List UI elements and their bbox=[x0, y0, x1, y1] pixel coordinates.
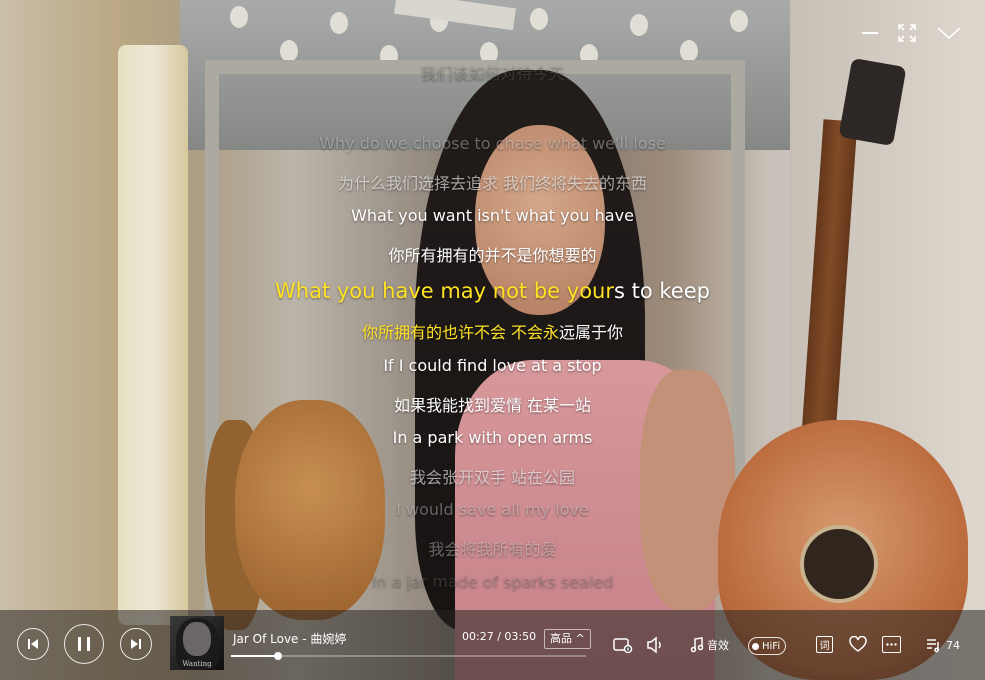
next-track-button[interactable] bbox=[120, 628, 152, 660]
progress-bar[interactable] bbox=[231, 652, 586, 660]
song-title[interactable]: Jar Of Love - 曲婉婷 bbox=[233, 630, 346, 647]
lyric-line: 如果我能找到爱情 在某一站 bbox=[393, 396, 592, 415]
lyric-line: 你所有拥有的并不是你想要的 bbox=[388, 246, 597, 265]
hifi-label: HiFi bbox=[762, 640, 781, 652]
progress-fill bbox=[231, 655, 279, 657]
skip-next-icon bbox=[131, 639, 141, 649]
quality-selector[interactable]: 高品 ^ bbox=[544, 629, 591, 649]
sound-effect-button[interactable]: 音效 bbox=[690, 636, 729, 654]
album-logo-text: Wanting bbox=[182, 660, 212, 668]
current-lyric-translation: 你所拥有的也许不会 不会永远属于你 bbox=[0, 319, 985, 343]
lyric-line: In a jar made of sparks sealed bbox=[371, 572, 614, 591]
player-bar: Wanting Jar Of Love - 曲婉婷 00:27 / 03:50 … bbox=[0, 610, 985, 680]
lyric-line: 我们该如何对待今天 bbox=[420, 64, 565, 83]
hifi-toggle[interactable]: HiFi bbox=[748, 637, 787, 655]
skip-previous-icon bbox=[28, 639, 38, 649]
heart-icon[interactable] bbox=[849, 635, 867, 656]
minimize-icon[interactable] bbox=[858, 21, 882, 45]
lyric-line: In a park with open arms bbox=[392, 428, 593, 447]
album-cover[interactable]: Wanting bbox=[170, 616, 224, 670]
lyric-line: If I could find love at a stop bbox=[383, 356, 602, 375]
current-lyric-line: What you have may not be yours to keep bbox=[0, 279, 985, 303]
lyric-line: Why do we choose to chase what we'll los… bbox=[319, 134, 666, 153]
lyrics-button[interactable]: 词 bbox=[816, 636, 833, 653]
music-note-icon bbox=[690, 637, 704, 653]
lyric-line: What you want isn't what you have bbox=[351, 206, 634, 225]
pause-button[interactable] bbox=[64, 624, 104, 664]
pause-icon bbox=[78, 637, 90, 651]
more-icon[interactable] bbox=[882, 636, 901, 653]
lyric-line: I would save all my love bbox=[396, 500, 589, 519]
lyric-sung-part: 你所拥有的也许不会 不会永 bbox=[361, 323, 560, 342]
queue-count: 74 bbox=[946, 638, 960, 652]
sound-effect-label: 音效 bbox=[707, 639, 729, 652]
queue-list-icon bbox=[927, 639, 939, 653]
play-queue-button[interactable]: 74 bbox=[926, 637, 960, 653]
lyric-sung-part: What you have may not be your bbox=[275, 279, 614, 303]
fullscreen-icon[interactable] bbox=[895, 21, 919, 45]
playlist-device-icon[interactable] bbox=[613, 636, 633, 658]
lyric-line: 我会将我所有的爱 bbox=[428, 540, 557, 559]
chevron-down-icon[interactable] bbox=[934, 21, 964, 45]
time-display: 00:27 / 03:50 bbox=[462, 630, 537, 643]
lyric-line: 为什么我们选择去追求 我们终将失去的东西 bbox=[337, 174, 648, 193]
previous-track-button[interactable] bbox=[17, 628, 49, 660]
toggle-dot bbox=[752, 642, 759, 650]
lyric-unsung-part: s to keep bbox=[613, 279, 710, 303]
progress-handle[interactable] bbox=[274, 652, 283, 660]
lyric-line: 我会张开双手 站在公园 bbox=[409, 468, 576, 487]
lyric-unsung-part: 远属于你 bbox=[559, 323, 624, 342]
volume-icon[interactable] bbox=[646, 636, 664, 658]
